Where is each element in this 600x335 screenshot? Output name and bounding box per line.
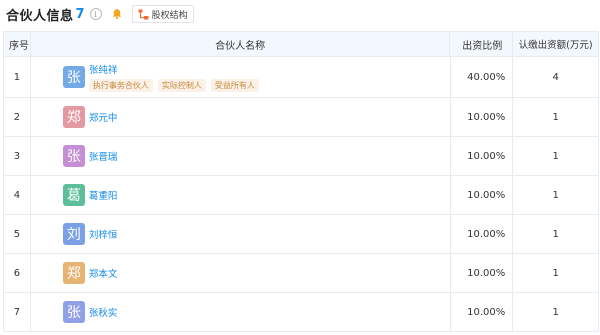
amount-cell: 1 [552,111,559,123]
table-row: 7 张张秋实 10.00% 1 [4,293,598,332]
partner-info: 张秋实 [89,305,118,319]
avatar[interactable]: 张 [62,145,85,167]
role-tag: 执行事务合伙人 [88,79,153,92]
row-index: 3 [4,137,31,175]
partner-info: 郑本文 [89,266,118,280]
avatar[interactable]: 郑 [62,106,85,128]
column-header-ratio[interactable]: 出资比例 [450,32,514,56]
table-header: 序号 合伙人名称 出资比例 认缴出资额(万元) [4,32,598,57]
ratio-cell: 10.00% [451,98,514,136]
partner-info: 张晋瑞 [89,149,118,163]
role-tag: 实际控制人 [157,79,206,92]
partner-name-link[interactable]: 张晋瑞 [89,149,118,163]
partner-name-link[interactable]: 郑元中 [89,110,118,124]
partner-name-link[interactable]: 郑本文 [89,266,118,280]
equity-structure-label: 股权结构 [151,10,188,21]
partner-cell: 郑郑元中 [31,98,451,136]
amount-cell: 1 [552,189,559,201]
ratio-cell: 10.00% [451,254,514,292]
table-row: 6 郑郑本文 10.00% 1 [4,254,598,293]
row-index: 4 [4,176,31,214]
row-index: 6 [4,254,31,292]
row-index: 7 [4,293,31,331]
row-index: 2 [4,98,31,136]
ratio-cell: 10.00% [451,176,514,214]
ratio-cell: 10.00% [451,215,514,253]
bell-icon[interactable] [111,8,123,20]
table-row: 2 郑郑元中 10.00% 1 [4,98,598,137]
equity-structure-button[interactable]: 股权结构 [131,5,194,23]
table-row: 5 刘刘梓恒 10.00% 1 [4,215,598,254]
partner-name-link[interactable]: 刘梓恒 [89,227,118,241]
partner-info: 郑元中 [89,110,118,124]
table-row: 1 张张纯祥 执行事务合伙人 实际控制人 受益所有人 40.00% 4 [4,57,598,98]
partner-name-link[interactable]: 张纯祥 [89,62,264,76]
avatar[interactable]: 张 [62,301,85,323]
amount-cell: 4 [552,71,559,83]
role-tag: 受益所有人 [210,79,259,92]
partner-cell: 葛葛重阳 [31,176,451,214]
avatar[interactable]: 葛 [62,184,85,206]
partner-info: 葛重阳 [89,188,118,202]
ratio-cell: 10.00% [451,293,514,331]
partner-cell: 郑郑本文 [31,254,451,292]
role-tags: 执行事务合伙人 实际控制人 受益所有人 [88,79,264,92]
amount-cell: 1 [552,150,559,162]
table-row: 4 葛葛重阳 10.00% 1 [4,176,598,215]
partner-name-link[interactable]: 葛重阳 [89,188,118,202]
row-index: 5 [4,215,31,253]
partner-cell: 张张纯祥执行事务合伙人 实际控制人 受益所有人 [31,57,451,97]
table-row: 3 张张晋瑞 10.00% 1 [4,137,598,176]
partner-info: 刘梓恒 [89,227,118,241]
amount-cell: 1 [552,228,559,240]
column-header-index: 序号 [4,32,31,56]
partner-cell: 刘刘梓恒 [31,215,451,253]
info-icon[interactable]: i [89,8,102,20]
partner-info: 张纯祥执行事务合伙人 实际控制人 受益所有人 [88,62,264,92]
partner-table: 序号 合伙人名称 出资比例 认缴出资额(万元) 1 张张纯祥 执行事务合伙人 实际控制… [3,31,599,332]
partner-count: 7 [75,6,85,22]
avatar[interactable]: 刘 [62,223,85,245]
partner-name-link[interactable]: 张秋实 [89,305,118,319]
section-title: 合伙人信息 [6,8,74,24]
partner-cell: 张张晋瑞 [31,137,451,175]
section-header: 合伙人信息 7 i 股权结构 [6,4,596,24]
amount-cell: 1 [552,267,559,279]
equity-structure-icon [138,9,149,20]
avatar[interactable]: 张 [62,66,85,88]
column-header-name: 合伙人名称 [31,32,451,56]
column-header-amount[interactable]: 认缴出资额(万元) [513,32,598,56]
amount-cell: 1 [552,306,559,318]
table-body: 1 张张纯祥 执行事务合伙人 实际控制人 受益所有人 40.00% 4 2 郑郑元中 10.00%… [4,57,598,332]
ratio-cell: 40.00% [451,57,514,97]
partner-cell: 张张秋实 [31,293,451,331]
ratio-cell: 10.00% [451,137,514,175]
avatar[interactable]: 郑 [62,262,85,284]
row-index: 1 [4,57,31,97]
